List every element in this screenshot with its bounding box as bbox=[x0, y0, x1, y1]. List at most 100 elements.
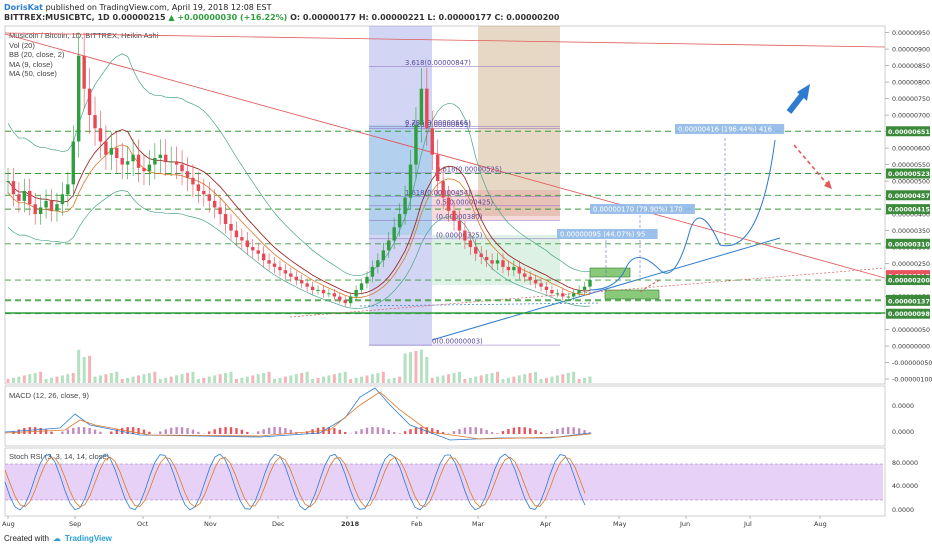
candle bbox=[77, 55, 81, 142]
candle bbox=[376, 260, 380, 267]
candle bbox=[240, 237, 244, 241]
macd-tick-label: 0.0000 bbox=[892, 429, 914, 436]
price-tag-label: 0.00000523 bbox=[888, 171, 930, 178]
target-label: 0.00000170 (79.90%) 170 bbox=[593, 206, 683, 214]
macd-bar bbox=[501, 431, 505, 434]
volume-bar bbox=[120, 379, 124, 383]
candle bbox=[403, 197, 407, 215]
macd-bar bbox=[93, 429, 97, 434]
macd-bar bbox=[371, 427, 374, 434]
candle bbox=[71, 141, 75, 185]
volume-bar bbox=[273, 379, 277, 383]
macd-bar bbox=[344, 431, 347, 434]
candle bbox=[468, 240, 473, 248]
y-tick-label: 0.00000050 bbox=[892, 327, 930, 334]
candle bbox=[22, 190, 27, 201]
macd-bar bbox=[197, 431, 200, 434]
volume-bar bbox=[245, 376, 249, 383]
macd-bar bbox=[534, 430, 537, 434]
candle bbox=[457, 220, 462, 231]
target-label: 0.00000095 (44.07%) 95 bbox=[560, 231, 645, 239]
candle bbox=[261, 253, 266, 261]
volume-bar bbox=[583, 377, 587, 383]
macd-bar bbox=[469, 427, 472, 434]
candle bbox=[6, 181, 10, 183]
candle bbox=[164, 154, 168, 162]
volume-bar bbox=[137, 375, 141, 383]
volume-bar bbox=[360, 376, 364, 383]
x-tick-label: Oct bbox=[137, 520, 149, 528]
volume-bar bbox=[158, 379, 162, 383]
x-tick-label: Apr bbox=[540, 520, 552, 528]
created-with: Created with bbox=[4, 534, 49, 543]
volume-bar bbox=[452, 373, 456, 383]
candle bbox=[370, 266, 375, 277]
candle bbox=[82, 55, 86, 89]
projection-path bbox=[589, 139, 776, 291]
macd-bar bbox=[528, 428, 532, 434]
volume-bar bbox=[278, 377, 282, 383]
price-tag-label: 0.00000137 bbox=[888, 298, 930, 305]
macd-bar bbox=[159, 431, 162, 434]
macd-bar bbox=[447, 433, 450, 434]
volume-bar bbox=[327, 375, 331, 383]
candle bbox=[300, 280, 304, 284]
candle bbox=[120, 157, 124, 165]
volume-bar bbox=[283, 376, 287, 383]
price-chart[interactable]: 3.618(0.00000847)0.786(0.00000666)2.618(… bbox=[0, 0, 932, 550]
candle bbox=[387, 240, 391, 251]
candle bbox=[327, 293, 331, 295]
candle bbox=[517, 266, 521, 274]
y-tick-label: 0.00000000 bbox=[892, 344, 930, 351]
candle bbox=[561, 293, 565, 297]
x-tick-label: 2018 bbox=[341, 520, 360, 528]
candle bbox=[316, 289, 320, 291]
price-tag-label: 0.00000457 bbox=[888, 193, 930, 200]
volume-bars bbox=[6, 349, 592, 383]
volume-bar bbox=[109, 373, 113, 383]
candle bbox=[272, 263, 277, 267]
candle bbox=[441, 181, 445, 198]
y-tick-label: 0.00000700 bbox=[892, 113, 930, 120]
candle bbox=[202, 190, 206, 195]
y-tick-label: 0.00000500 bbox=[892, 179, 930, 186]
price-tags: 0.00000651 0.00000523 0.00000457 0.00000415… bbox=[886, 126, 930, 319]
volume-bar bbox=[577, 379, 581, 383]
candle bbox=[474, 247, 478, 254]
volume-bar bbox=[77, 349, 81, 383]
candle bbox=[555, 293, 560, 295]
volume-bar bbox=[539, 379, 543, 383]
candle bbox=[501, 260, 505, 267]
macd-bar bbox=[208, 431, 211, 434]
macd-bar bbox=[66, 429, 70, 434]
x-tick-label: Jun bbox=[679, 520, 690, 528]
candle bbox=[11, 181, 16, 195]
candle bbox=[512, 266, 516, 271]
candle bbox=[158, 154, 162, 158]
candle bbox=[582, 286, 587, 290]
candle bbox=[245, 240, 250, 248]
candle bbox=[115, 148, 119, 158]
candle bbox=[452, 210, 456, 221]
macd-bar bbox=[409, 429, 412, 434]
volume-bar bbox=[496, 371, 500, 383]
macd-bar bbox=[376, 427, 380, 434]
volume-bar bbox=[365, 375, 369, 383]
macd-bar bbox=[169, 427, 173, 434]
volume-bar bbox=[311, 379, 315, 383]
macd-bar bbox=[82, 427, 86, 434]
volume-bar bbox=[98, 375, 102, 383]
macd-bar bbox=[148, 431, 151, 434]
volume-bar bbox=[234, 379, 238, 383]
volume-bar bbox=[218, 374, 222, 383]
macd-bar bbox=[88, 427, 91, 434]
candle bbox=[305, 283, 309, 287]
volume-bar bbox=[457, 371, 461, 383]
macd-bar bbox=[240, 429, 244, 434]
volume-bar bbox=[392, 377, 396, 383]
x-tick-label: Dec bbox=[272, 520, 285, 528]
tradingview-link[interactable]: TradingView bbox=[65, 534, 112, 543]
fib-label: 0.5(0.00000425) bbox=[436, 198, 494, 206]
candle bbox=[321, 289, 326, 294]
stoch-tick-label: 0.0000 bbox=[892, 507, 914, 514]
